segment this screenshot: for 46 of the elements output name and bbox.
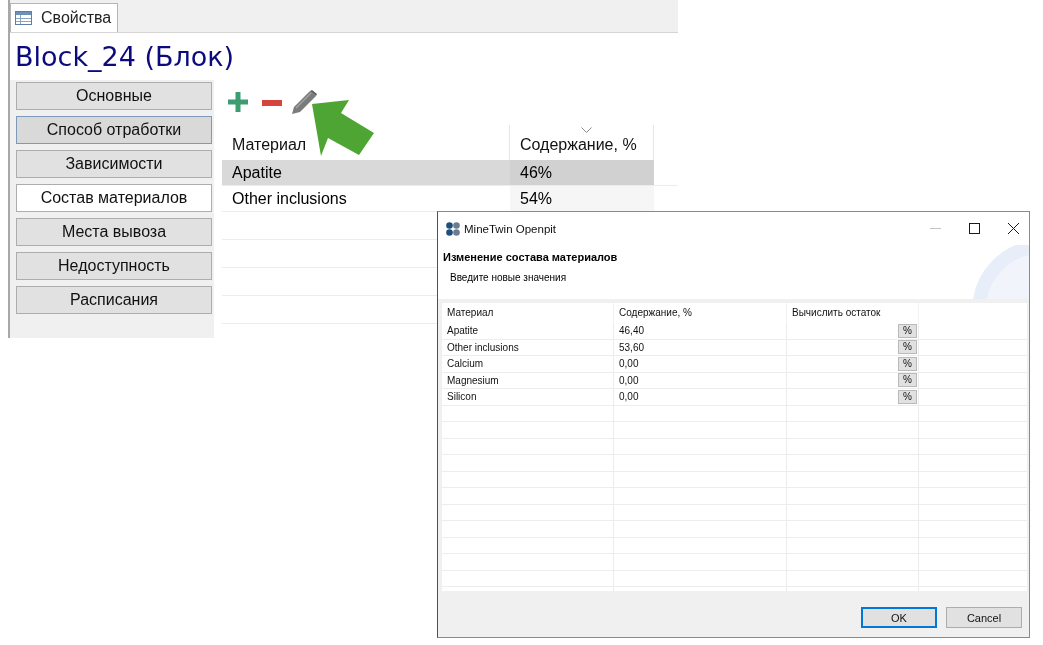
table-cell-text: Silicon [447,390,477,404]
table-cell: 46% [510,160,654,185]
app-logo-icon [446,221,460,236]
callout-arrow-icon [310,98,376,158]
table-cell-text: Apatite [447,324,479,338]
table-cell-text: Calcium [447,357,484,371]
section-tab[interactable]: Места вывоза [16,218,212,246]
table-icon [15,11,32,25]
section-tab[interactable]: Зависимости [16,150,212,178]
percent-button[interactable]: % [898,373,917,388]
section-tab[interactable]: Способ отработки [16,116,212,144]
table-cell-text: 46,40 [619,324,645,338]
dialog-instruction: Введите новые значения [450,271,567,284]
sort-caret-icon [581,127,592,133]
section-tab[interactable]: Состав материалов [16,184,212,212]
percent-button[interactable]: % [898,323,917,338]
window-title: MineTwin Openpit [464,222,557,235]
percent-button[interactable]: % [898,389,917,404]
dialog-heading: Изменение состава материалов [443,250,618,264]
plus-icon[interactable] [228,92,248,112]
table-cell-text: Other inclusions [447,340,519,355]
table-cell-text: 0,00 [619,390,639,404]
table-cell-text: Magnesium [447,373,499,388]
table-cell-text: Other inclusions [231,189,348,209]
table-cell-text: 0,00 [619,373,639,388]
block-title: Block_24 (Блок) [15,39,235,74]
table-row[interactable]: Other inclusions 54% [222,186,654,211]
pencil-icon[interactable] [292,90,317,114]
section-tab[interactable]: Основные [16,82,212,110]
table-cell-text: Apatite [231,163,283,183]
close-icon[interactable] [1008,223,1019,234]
table-cell-text: 53,60 [619,340,645,355]
percent-button[interactable]: % [898,340,917,355]
maximize-icon[interactable] [969,223,980,234]
table-cell-text: 0,00 [619,357,639,371]
percent-button[interactable]: % [898,356,917,371]
column-header: Содержание, % [619,306,692,321]
section-tab[interactable]: Расписания [16,286,212,314]
table-row[interactable]: Apatite 46% [222,160,654,185]
properties-tab[interactable]: Свойства [10,3,119,32]
column-header: Вычислить остаток [792,306,881,321]
cancel-button[interactable]: Cancel [946,607,1022,628]
column-header: Материал [447,306,494,321]
section-tab[interactable]: Недоступность [16,252,212,280]
ok-button[interactable]: OK [861,607,937,628]
table-cell: 54% [510,186,654,211]
